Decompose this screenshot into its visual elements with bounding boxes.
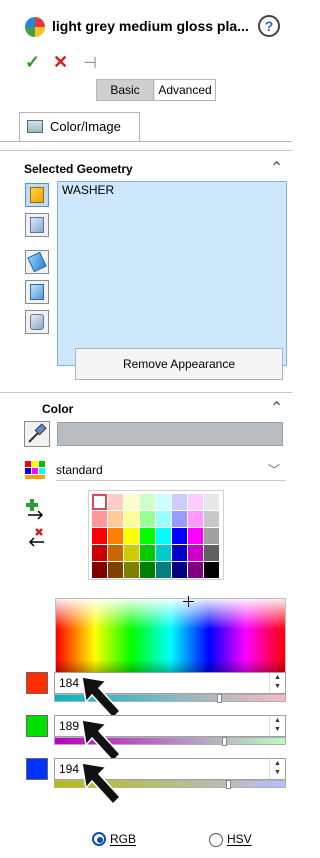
palette-swatch[interactable]: [172, 511, 187, 527]
pointer-arrow-icon: [81, 762, 122, 806]
property-header: light grey medium gloss pla... ?: [0, 14, 292, 42]
palette-swatch[interactable]: [92, 511, 107, 527]
palette-swatch[interactable]: [188, 562, 203, 578]
remove-appearance-button[interactable]: Remove Appearance: [75, 348, 283, 380]
action-bar: ✓ ✕ ⊣: [25, 52, 125, 74]
remove-swatch-icon[interactable]: [25, 526, 47, 548]
palette-swatch[interactable]: [156, 494, 171, 510]
palette-swatch[interactable]: [108, 562, 123, 578]
palette-swatch[interactable]: [140, 494, 155, 510]
mode-tabs: Basic Advanced: [96, 79, 216, 101]
palette-swatch[interactable]: [172, 545, 187, 561]
palette-swatch[interactable]: [140, 545, 155, 561]
red-spinner[interactable]: ▲ ▼: [269, 673, 285, 693]
color-palette: [88, 490, 224, 580]
part-filter-icon[interactable]: [25, 183, 49, 207]
palette-swatch[interactable]: [204, 494, 219, 510]
palette-swatch[interactable]: [140, 562, 155, 578]
collapse-geometry-icon[interactable]: ⌃: [270, 158, 283, 178]
list-item[interactable]: WASHER: [62, 183, 114, 197]
color-preview: [57, 422, 283, 446]
palette-swatch[interactable]: [172, 528, 187, 544]
palette-swatch[interactable]: [92, 562, 107, 578]
help-icon[interactable]: ?: [258, 15, 280, 37]
image-icon: [27, 120, 43, 133]
rgb-radio[interactable]: [92, 832, 106, 846]
palette-swatch[interactable]: [124, 528, 139, 544]
palette-swatch[interactable]: [108, 494, 123, 510]
chevron-down-icon: ﹀: [267, 463, 280, 477]
red-value: 184: [59, 676, 80, 690]
palette-swatch[interactable]: [108, 511, 123, 527]
property-title: light grey medium gloss pla...: [52, 18, 249, 34]
green-value: 189: [59, 719, 80, 733]
palette-swatch[interactable]: [156, 545, 171, 561]
red-swatch[interactable]: [26, 672, 48, 694]
cancel-icon[interactable]: ✕: [53, 52, 68, 73]
palette-swatch[interactable]: [140, 511, 155, 527]
palette-swatch[interactable]: [108, 528, 123, 544]
blue-slider-thumb[interactable]: [226, 780, 231, 789]
collapse-color-icon[interactable]: ⌃: [270, 398, 283, 418]
spectrum-crosshair[interactable]: [183, 596, 194, 607]
swatch-set-icon: [24, 460, 46, 480]
rgb-radio-label[interactable]: RGB: [110, 832, 136, 846]
hsv-radio[interactable]: [209, 833, 223, 847]
pin-icon[interactable]: ⊣: [83, 53, 97, 73]
palette-swatch[interactable]: [140, 528, 155, 544]
swatch-set-dropdown[interactable]: standard ﹀: [56, 459, 286, 481]
green-spinner[interactable]: ▲ ▼: [269, 716, 285, 736]
hsv-radio-label[interactable]: HSV: [227, 832, 252, 846]
palette-swatch[interactable]: [204, 528, 219, 544]
palette-swatch[interactable]: [188, 494, 203, 510]
palette-swatch[interactable]: [204, 511, 219, 527]
palette-swatch[interactable]: [124, 511, 139, 527]
green-swatch[interactable]: [26, 715, 48, 737]
palette-swatch[interactable]: [204, 562, 219, 578]
eyedropper-icon[interactable]: [24, 421, 50, 447]
palette-swatch[interactable]: [124, 562, 139, 578]
component-filter-icon[interactable]: [25, 310, 49, 334]
blue-swatch[interactable]: [26, 758, 48, 780]
face-filter-icon[interactable]: [25, 213, 49, 237]
appearance-icon: [25, 17, 45, 37]
blue-value: 194: [59, 762, 80, 776]
palette-swatch[interactable]: [92, 528, 107, 544]
palette-swatch[interactable]: [204, 545, 219, 561]
tab-advanced[interactable]: Advanced: [155, 80, 215, 100]
palette-swatch[interactable]: [172, 562, 187, 578]
palette-swatch[interactable]: [156, 562, 171, 578]
palette-swatch[interactable]: [156, 511, 171, 527]
palette-swatch[interactable]: [172, 494, 187, 510]
add-swatch-icon[interactable]: [25, 497, 47, 520]
feature-filter-icon[interactable]: [25, 250, 49, 274]
palette-swatch[interactable]: [188, 545, 203, 561]
palette-swatch[interactable]: [124, 545, 139, 561]
selected-geometry-list[interactable]: WASHER: [57, 181, 287, 366]
body-filter-icon[interactable]: [25, 280, 49, 304]
palette-swatch[interactable]: [156, 528, 171, 544]
ok-icon[interactable]: ✓: [25, 52, 40, 73]
tab-color-image[interactable]: Color/Image: [19, 112, 140, 142]
swatch-set-value: standard: [56, 463, 103, 477]
green-slider-thumb[interactable]: [222, 737, 227, 746]
palette-swatch[interactable]: [124, 494, 139, 510]
palette-swatch[interactable]: [188, 528, 203, 544]
palette-swatch[interactable]: [188, 511, 203, 527]
section-divider: [0, 150, 292, 151]
palette-swatch[interactable]: [92, 545, 107, 561]
red-slider-thumb[interactable]: [217, 694, 222, 703]
section-divider: [0, 392, 292, 393]
selected-geometry-title: Selected Geometry: [24, 162, 133, 176]
color-title: Color: [42, 402, 74, 416]
tab-divider: [0, 141, 292, 142]
tab-basic[interactable]: Basic: [97, 80, 154, 100]
tab-color-image-label: Color/Image: [50, 119, 121, 134]
blue-spinner[interactable]: ▲ ▼: [269, 759, 285, 779]
palette-swatch[interactable]: [108, 545, 123, 561]
palette-swatch[interactable]: [92, 494, 107, 510]
